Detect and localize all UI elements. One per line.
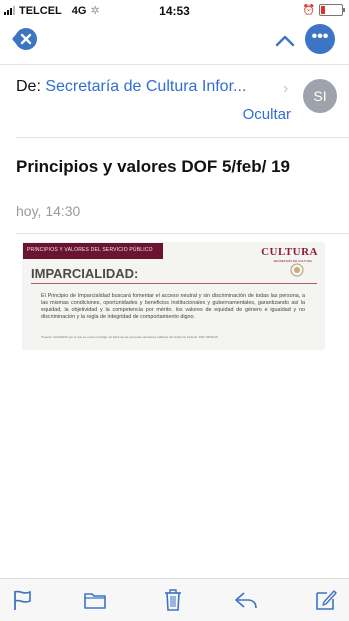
email-image[interactable]: PRINCIPIOS Y VALORES DEL SERVICIO PÚBLIC… [23, 243, 324, 349]
reply-icon[interactable] [233, 587, 259, 613]
folder-icon[interactable] [82, 587, 108, 613]
status-time: 14:53 [159, 4, 190, 18]
seal-icon [290, 263, 304, 277]
status-bar: TELCEL 4G ✲ 14:53 ⏰ [0, 0, 349, 20]
card-header-text: PRINCIPIOS Y VALORES DEL SERVICIO PÚBLIC… [27, 247, 153, 253]
ellipsis-icon[interactable]: ••• [305, 24, 335, 54]
hide-details-link[interactable]: Ocultar [243, 106, 291, 123]
card-heading: IMPARCIALIDAD: [31, 266, 139, 281]
status-right: ⏰ [302, 4, 345, 16]
divider [0, 64, 349, 65]
brand-logo: CULTURA [261, 246, 318, 258]
navigation-bar: ••• [0, 20, 349, 64]
email-date: hoy, 14:30 [16, 203, 81, 219]
alarm-icon: ⏰ [302, 4, 315, 16]
flag-icon[interactable] [10, 587, 36, 613]
sender-row[interactable]: De: Secretaría de Cultura Infor... [16, 78, 246, 96]
trash-icon[interactable] [160, 587, 186, 613]
divider [16, 233, 349, 234]
chevron-up-icon[interactable] [274, 30, 296, 52]
close-icon[interactable] [8, 24, 38, 54]
bottom-toolbar [0, 578, 349, 621]
compose-icon[interactable] [313, 587, 339, 613]
card-body-text: El Principio de Imparcialidad buscará fo… [41, 293, 305, 320]
from-label: De: [16, 78, 41, 95]
divider [16, 137, 349, 138]
card-rule [31, 283, 317, 284]
avatar[interactable]: SI [303, 79, 337, 113]
battery-icon [319, 4, 345, 16]
sender-name[interactable]: Secretaría de Cultura Infor... [45, 78, 246, 95]
card-source-note: *Fuente: ACUERDO por el que se emite el … [41, 335, 219, 339]
card-header-strip: PRINCIPIOS Y VALORES DEL SERVICIO PÚBLIC… [23, 243, 163, 259]
chevron-right-icon: › [283, 80, 289, 97]
email-subject: Principios y valores DOF 5/feb/ 19 [16, 157, 290, 176]
